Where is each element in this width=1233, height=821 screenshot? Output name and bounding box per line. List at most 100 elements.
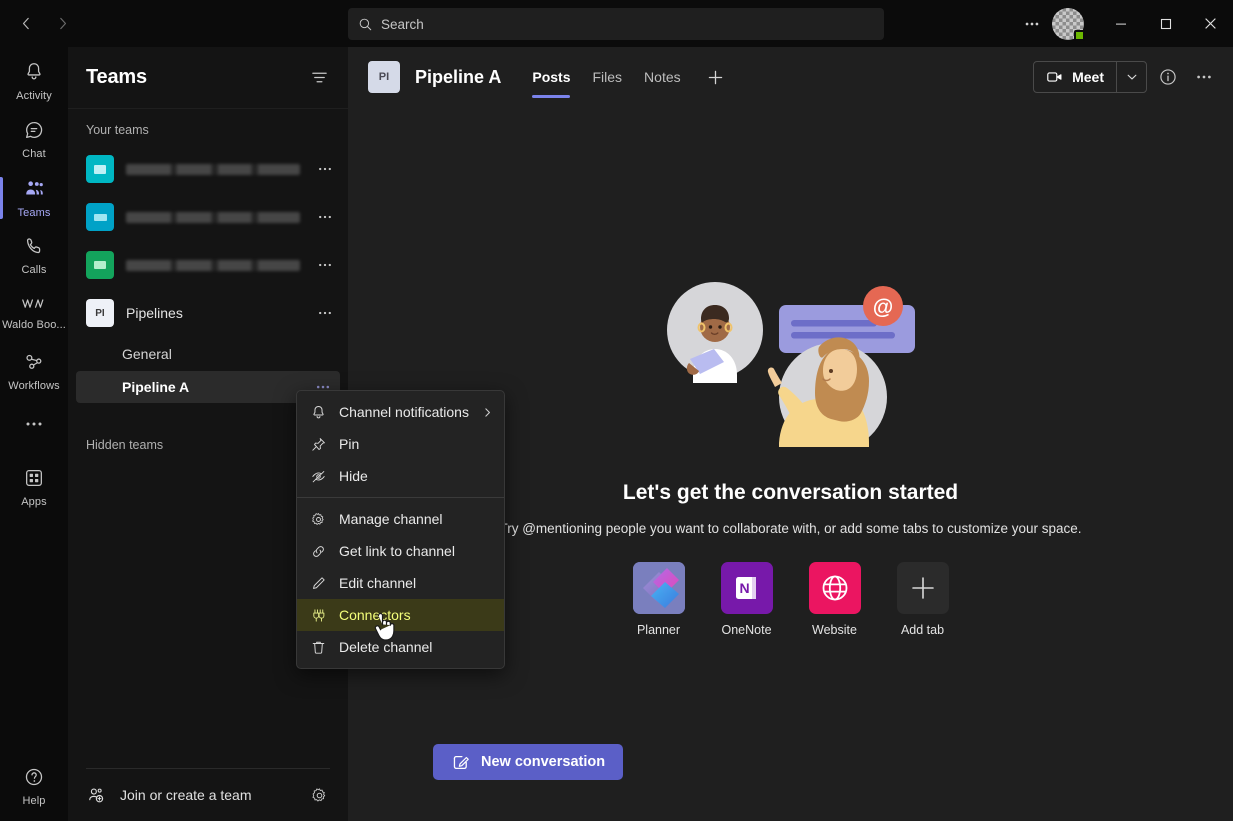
join-or-create-team-button[interactable]: Join or create a team [68, 769, 348, 821]
rail-item-activity[interactable]: Activity [0, 53, 68, 111]
chevron-down-icon [1125, 70, 1139, 84]
search-placeholder: Search [381, 16, 424, 32]
meet-dropdown-button[interactable] [1116, 62, 1146, 92]
app-label-website: Website [812, 623, 857, 637]
channel-tabs: Posts Files Notes [523, 47, 731, 107]
help-circle-icon [23, 766, 45, 793]
team-avatar [86, 155, 114, 183]
channel-name-pipeline-a: Pipeline A [122, 379, 190, 395]
back-button[interactable] [10, 8, 42, 40]
menu-item-delete-channel[interactable]: Delete channel [297, 631, 504, 663]
team-row[interactable] [68, 145, 348, 193]
menu-item-edit-channel[interactable]: Edit channel [297, 567, 504, 599]
app-tile-add-tab[interactable]: Add tab [891, 562, 955, 637]
maximize-button[interactable] [1143, 0, 1188, 47]
menu-label-delete-channel: Delete channel [339, 639, 433, 655]
rail-label-waldo: Waldo Boo... [2, 319, 66, 331]
filter-icon[interactable] [304, 63, 334, 93]
rail-label-calls: Calls [21, 264, 47, 276]
new-conversation-button[interactable]: New conversation [433, 744, 624, 780]
team-more-options-button[interactable] [312, 204, 338, 230]
meet-button-label: Meet [1072, 69, 1104, 85]
video-camera-icon [1046, 68, 1064, 86]
eye-off-icon [309, 468, 327, 485]
compose-area: New conversation [348, 703, 1233, 821]
menu-item-pin[interactable]: Pin [297, 428, 504, 460]
channel-more-options-icon[interactable] [1189, 62, 1219, 92]
team-row[interactable] [68, 193, 348, 241]
app-tile-website[interactable]: Website [803, 562, 867, 637]
minimize-button[interactable] [1098, 0, 1143, 47]
rail-item-workflows[interactable]: Workflows [0, 343, 68, 401]
globe-icon [808, 562, 861, 614]
menu-item-hide[interactable]: Hide [297, 460, 504, 492]
search-input[interactable]: Search [348, 8, 884, 40]
team-row[interactable] [68, 241, 348, 289]
meet-button[interactable]: Meet [1034, 62, 1116, 92]
info-icon[interactable] [1153, 62, 1183, 92]
rail-item-apps[interactable]: Apps [0, 459, 68, 517]
tab-posts[interactable]: Posts [523, 47, 579, 107]
rail-label-help: Help [22, 795, 46, 807]
compose-icon [451, 753, 470, 772]
app-label-planner: Planner [636, 623, 681, 637]
rail-item-calls[interactable]: Calls [0, 227, 68, 285]
rail-item-help[interactable]: Help [0, 763, 68, 821]
team-avatar-pipelines: PI [86, 299, 114, 327]
plus-icon [896, 562, 949, 614]
link-icon [309, 543, 327, 560]
avatar[interactable] [1052, 7, 1085, 41]
menu-label-edit-channel: Edit channel [339, 575, 417, 591]
team-row-pipelines[interactable]: PI Pipelines [68, 289, 348, 337]
bell-icon [309, 404, 327, 421]
rail-label-chat: Chat [22, 148, 46, 160]
onenote-icon: N [720, 562, 773, 614]
team-name-redacted [126, 211, 300, 223]
presence-badge-available [1074, 29, 1085, 41]
menu-label-connectors: Connectors [339, 607, 411, 623]
connectors-icon [309, 607, 327, 624]
gear-icon [309, 511, 327, 528]
empty-state-subtitle: Try @mentioning people you want to colla… [499, 521, 1082, 536]
rail-item-waldo[interactable]: Waldo Boo... [0, 285, 68, 343]
add-tab-button[interactable] [700, 61, 732, 93]
rail-item-chat[interactable]: Chat [0, 111, 68, 169]
tab-files[interactable]: Files [583, 47, 631, 107]
rail-item-teams[interactable]: Teams [0, 169, 68, 227]
waldo-icon [22, 296, 46, 317]
suggested-apps-row: Planner N OneNote Website Add tab [627, 562, 955, 637]
rail-more-apps-button[interactable] [0, 401, 68, 447]
teams-window: Search Activity Chat Teams Calls Waldo B… [0, 0, 1233, 821]
titlebar-right-controls [1016, 0, 1233, 47]
menu-item-get-link-to-channel[interactable]: Get link to channel [297, 535, 504, 567]
svg-text:@: @ [872, 296, 892, 319]
menu-item-manage-channel[interactable]: Manage channel [297, 503, 504, 535]
tab-notes[interactable]: Notes [635, 47, 690, 107]
team-more-options-button[interactable] [312, 252, 338, 278]
team-more-options-button[interactable] [312, 300, 338, 326]
app-label-onenote: OneNote [721, 623, 772, 637]
pin-icon [309, 436, 327, 453]
team-more-options-button[interactable] [312, 156, 338, 182]
app-tile-planner[interactable]: Planner [627, 562, 691, 637]
channel-avatar: PI [368, 61, 400, 93]
channel-context-menu: Channel notifications Pin Hide Manage ch… [296, 390, 505, 669]
close-button[interactable] [1188, 0, 1233, 47]
settings-and-more-button[interactable] [1016, 8, 1048, 40]
menu-item-connectors[interactable]: Connectors [297, 599, 504, 631]
team-name-redacted [126, 163, 300, 175]
gear-icon[interactable] [304, 780, 334, 810]
team-avatar [86, 251, 114, 279]
app-tile-onenote[interactable]: N OneNote [715, 562, 779, 637]
pencil-icon [309, 575, 327, 592]
rail-label-workflows: Workflows [8, 380, 60, 392]
page-title: Teams [86, 66, 147, 88]
forward-button[interactable] [46, 8, 78, 40]
conversation-illustration: @ [666, 282, 915, 447]
menu-item-channel-notifications[interactable]: Channel notifications [297, 396, 504, 428]
sidebar-channel-general[interactable]: General [76, 338, 340, 370]
menu-label-get-link-to-channel: Get link to channel [339, 543, 455, 559]
menu-label-channel-notifications: Channel notifications [339, 404, 469, 420]
navigation-arrows [10, 8, 78, 40]
empty-state-title: Let's get the conversation started [622, 481, 959, 504]
